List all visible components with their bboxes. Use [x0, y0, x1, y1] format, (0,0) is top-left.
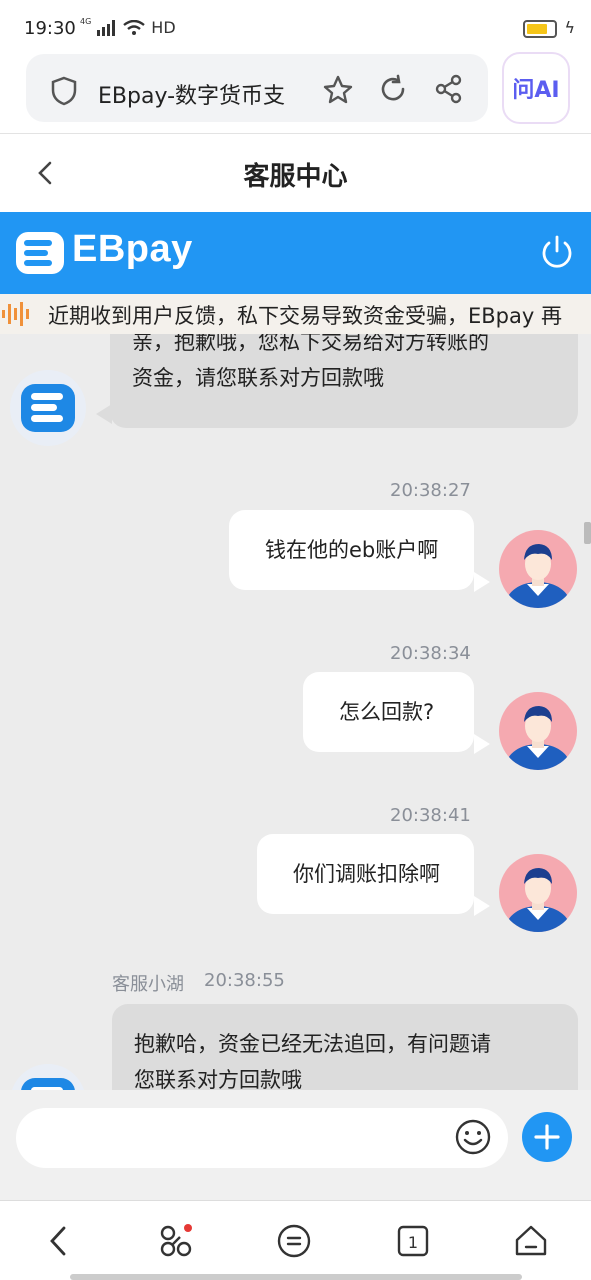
message-bubble: 你们调账扣除啊 [257, 834, 474, 914]
brand-name: EBpay [72, 228, 193, 270]
share-icon[interactable] [434, 74, 464, 104]
page-title-url[interactable]: EBpay-数字货币支 [98, 78, 303, 110]
nav-home-button[interactable] [511, 1221, 551, 1261]
tab-count: 1 [408, 1233, 418, 1252]
nav-menu-button[interactable] [274, 1221, 314, 1261]
address-bar[interactable]: EBpay-数字货币支 [26, 54, 488, 122]
message-timestamp: 20:38:55 [204, 970, 285, 991]
nav-back-button[interactable] [38, 1221, 78, 1261]
message-bubble: 钱在他的eb账户啊 [229, 510, 474, 590]
signal-icon [97, 19, 116, 36]
user-avatar [499, 530, 577, 608]
brand-bar: EBpay [0, 212, 591, 294]
chevron-left-icon[interactable] [34, 158, 56, 188]
tabs-icon: 1 [397, 1225, 429, 1257]
message-text: 钱在他的eb账户啊 [265, 538, 439, 562]
agent-name: 客服小湖 [112, 974, 184, 995]
hd-indicator: HD [151, 18, 176, 37]
shield-icon[interactable] [50, 76, 78, 106]
add-attachment-button[interactable] [522, 1112, 572, 1162]
home-icon [515, 1225, 547, 1256]
page-title: 客服中心 [243, 162, 348, 192]
ebpay-logo-icon [21, 1078, 75, 1090]
ebpay-logo-icon [16, 232, 64, 274]
scrollbar[interactable] [584, 522, 591, 544]
plus-icon [534, 1124, 560, 1150]
nav-tabs-button[interactable]: 1 [393, 1221, 433, 1261]
nav-discover-button[interactable] [156, 1221, 196, 1261]
message-timestamp: 20:38:41 [390, 805, 471, 826]
battery-icon [523, 20, 557, 38]
notice-bar: 近期收到用户反馈，私下交易导致资金受骗，EBpay 再 [0, 294, 591, 334]
message-composer [0, 1090, 591, 1200]
browser-toolbar: EBpay-数字货币支 问AI [0, 48, 591, 134]
message-text: 你们调账扣除啊 [293, 862, 440, 886]
message-input[interactable] [16, 1108, 508, 1168]
message-timestamp: 20:38:34 [390, 643, 471, 664]
emoji-icon[interactable] [454, 1118, 492, 1156]
status-icons: 4G HD [80, 17, 176, 37]
page-header: 客服中心 [0, 134, 591, 212]
message-text: 怎么回款? [339, 700, 435, 724]
chevron-left-icon [50, 1226, 66, 1256]
message-text: 资金，请您联系对方回款哦 [132, 366, 384, 390]
reload-icon[interactable] [378, 74, 408, 104]
browser-bottom-nav: 1 [0, 1200, 591, 1280]
home-indicator[interactable] [70, 1274, 522, 1280]
menu-icon [277, 1224, 311, 1258]
message-bubble: 怎么回款? [303, 672, 474, 752]
audio-wave-icon [2, 302, 29, 326]
network-type: 4G [80, 17, 92, 26]
power-icon[interactable] [540, 234, 574, 270]
user-avatar [499, 692, 577, 770]
message-bubble: 亲，抱歉哦，您私下交易给对方转账的 资金，请您联系对方回款哦 [110, 334, 578, 428]
message-text: 亲，抱歉哦，您私下交易给对方转账的 [132, 334, 489, 354]
message-bubble: 抱歉哈，资金已经无法追回，有问题请 您联系对方回款哦 [112, 1004, 578, 1090]
agent-avatar [10, 370, 86, 446]
message-timestamp: 20:38:27 [390, 480, 471, 501]
agent-avatar [10, 1064, 86, 1090]
message-text: 您联系对方回款哦 [134, 1068, 302, 1090]
charging-icon: ϟ [564, 18, 575, 37]
discover-icon [160, 1224, 192, 1257]
ebpay-logo-icon [21, 384, 75, 432]
notice-text: 近期收到用户反馈，私下交易导致资金受骗，EBpay 再 [48, 304, 562, 328]
chat-area[interactable]: 亲，抱歉哦，您私下交易给对方转账的 资金，请您联系对方回款哦 20:38:27 … [0, 334, 591, 1090]
star-icon[interactable] [322, 74, 354, 106]
user-avatar [499, 854, 577, 932]
status-time: 19:30 [24, 18, 76, 39]
ask-ai-button[interactable]: 问AI [502, 52, 570, 124]
message-text: 抱歉哈，资金已经无法追回，有问题请 [134, 1032, 491, 1056]
wifi-icon [123, 19, 146, 35]
